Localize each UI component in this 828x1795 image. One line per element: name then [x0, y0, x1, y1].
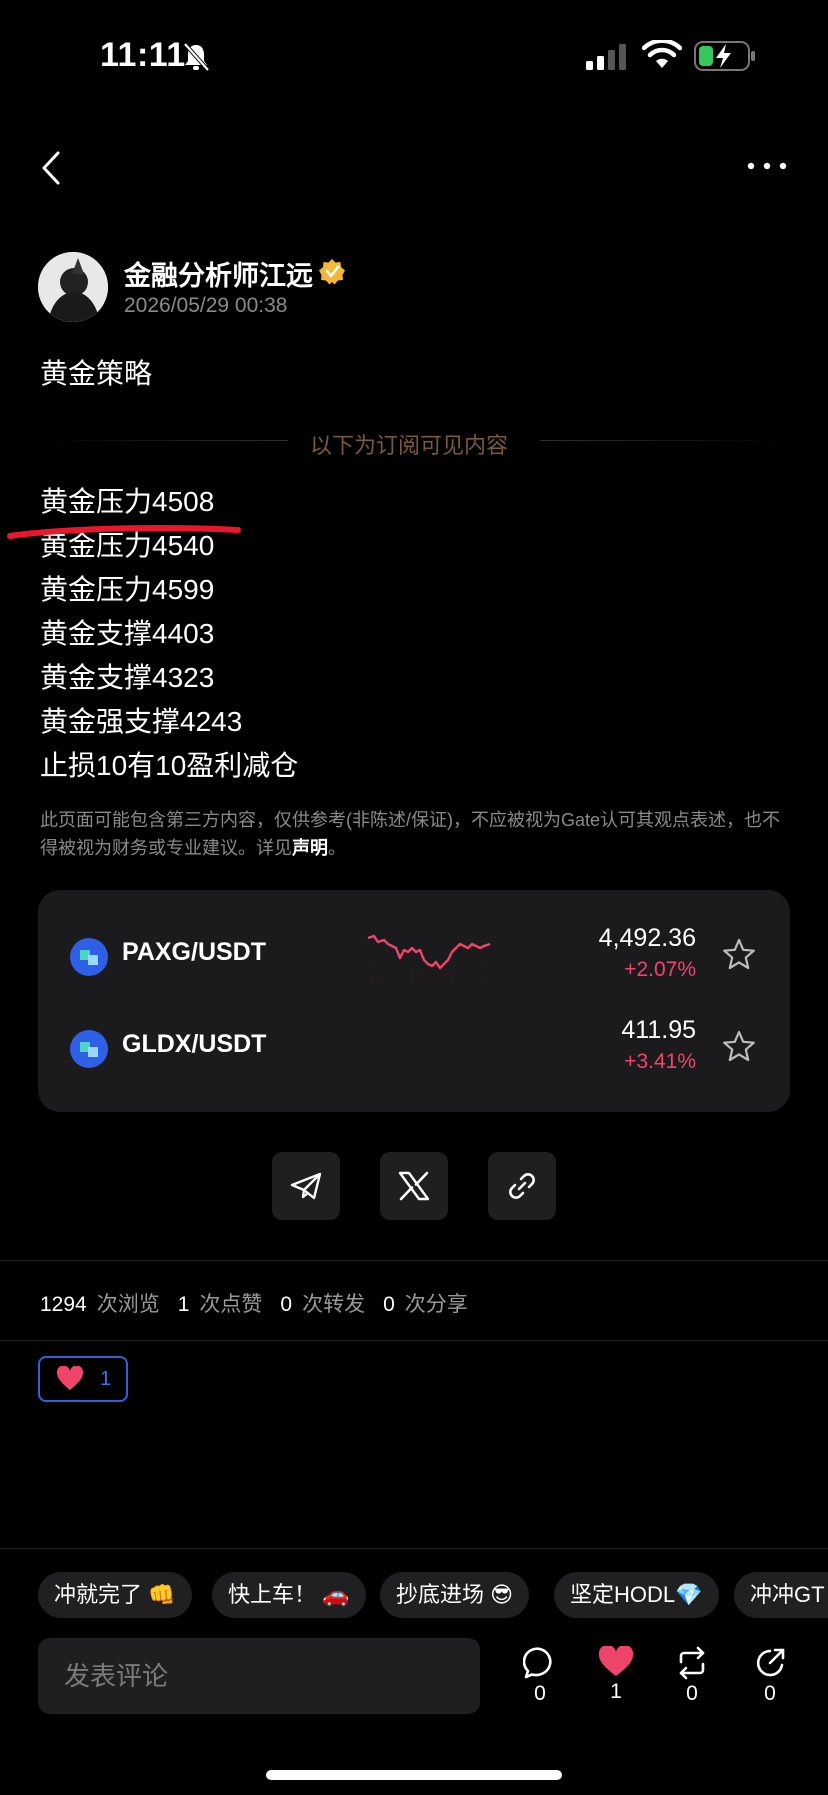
reaction-count: 1	[100, 1367, 112, 1390]
author-avatar[interactable]	[38, 252, 108, 322]
price-change: +2.07%	[624, 958, 696, 981]
repost-action[interactable]: 0	[662, 1646, 722, 1706]
status-time: 11:11	[100, 36, 186, 74]
price-change: +3.41%	[624, 1050, 696, 1073]
quick-reply-chip[interactable]: 冲冲GT	[734, 1572, 828, 1618]
comment-bubble-icon	[523, 1647, 552, 1679]
market-row-paxg[interactable]: PAXG/USDT 4,492.36 +2.07%	[38, 908, 790, 1000]
heart-icon	[598, 1646, 634, 1676]
comments-count: 0	[534, 1682, 546, 1705]
post-timestamp: 2026/05/29 00:38	[124, 294, 288, 317]
link-icon	[509, 1173, 535, 1199]
share-x-button[interactable]	[380, 1152, 448, 1220]
post-stats: 1294 次浏览 1 次点赞 0 次转发 0 次分享	[40, 1288, 486, 1318]
likes-count: 1	[177, 1293, 190, 1316]
shares-count-action: 0	[764, 1682, 776, 1705]
coin-icon	[70, 1030, 108, 1068]
cellular-signal-icon	[586, 44, 626, 70]
statement-link[interactable]: 声明	[292, 838, 328, 858]
quick-reply-chip[interactable]: 快上车！ 🚗	[212, 1572, 366, 1618]
divider	[0, 1260, 828, 1261]
subscriber-content-divider: 以下为订阅可见内容	[310, 433, 509, 458]
reposts-count: 0	[280, 1293, 293, 1316]
content-line: 黄金支撑4403	[40, 618, 215, 649]
like-action[interactable]: 1	[586, 1646, 646, 1704]
disclaimer-text: 此页面可能包含第三方内容，仅供参考(非陈述/保证)，不应被视为Gate认可其观点…	[40, 810, 781, 858]
divider	[0, 1340, 828, 1341]
wifi-icon	[642, 40, 682, 68]
verified-badge-icon	[319, 259, 345, 285]
shares-label: 次分享	[404, 1293, 468, 1316]
likes-label: 次点赞	[199, 1293, 263, 1316]
back-arrow-icon[interactable]	[40, 150, 62, 186]
reposts-label: 次转发	[302, 1293, 366, 1316]
pair-name: GLDX/USDT	[122, 1030, 267, 1058]
content-line: 黄金支撑4323	[40, 662, 215, 693]
author-name[interactable]: 金融分析师江远	[124, 254, 313, 293]
comment-input[interactable]: 发表评论	[38, 1638, 480, 1714]
content-line: 止损10有10盈利减仓	[40, 750, 299, 781]
disclaimer: 此页面可能包含第三方内容，仅供参考(非陈述/保证)，不应被视为Gate认可其观点…	[40, 806, 780, 862]
market-row-gldx[interactable]: GLDX/USDT 411.95 +3.41%	[38, 1000, 790, 1092]
coin-icon	[70, 938, 108, 976]
views-label: 次浏览	[96, 1293, 160, 1316]
battery-charging-icon	[694, 41, 755, 71]
disclaimer-end: 。	[328, 838, 346, 858]
heart-reaction-chip[interactable]: 1	[38, 1356, 128, 1402]
share-action[interactable]: 0	[740, 1646, 800, 1706]
share-icon	[756, 1648, 785, 1677]
pair-name: PAXG/USDT	[122, 938, 266, 966]
telegram-icon	[290, 1172, 322, 1200]
favorite-star-icon[interactable]	[722, 1030, 756, 1064]
x-icon	[398, 1171, 430, 1201]
reposts-count-action: 0	[686, 1682, 698, 1705]
price: 4,492.36	[598, 924, 696, 952]
repost-icon	[679, 1646, 705, 1680]
divider-line-right	[540, 440, 790, 441]
favorite-star-icon[interactable]	[722, 938, 756, 972]
copy-link-button[interactable]	[488, 1152, 556, 1220]
likes-count-action: 1	[610, 1680, 622, 1703]
shares-count: 0	[383, 1293, 395, 1316]
views-count: 1294	[40, 1293, 87, 1316]
bell-muted-icon	[183, 42, 210, 72]
heart-icon	[56, 1366, 84, 1390]
quick-reply-chip[interactable]: 抄底进场 😎	[380, 1572, 530, 1618]
price-sparkline	[367, 934, 491, 983]
content-line: 黄金压力4599	[40, 574, 215, 605]
price: 411.95	[621, 1016, 696, 1044]
quick-reply-chip[interactable]: 坚定HODL💎	[554, 1572, 719, 1618]
red-underline-annotation	[7, 525, 241, 539]
comments-action[interactable]: 0	[510, 1646, 570, 1706]
more-options-icon[interactable]	[746, 160, 788, 172]
share-telegram-button[interactable]	[272, 1152, 340, 1220]
post-title: 黄金策略	[40, 358, 153, 389]
content-line: 黄金强支撑4243	[40, 706, 243, 737]
home-indicator	[266, 1770, 562, 1780]
divider	[0, 1548, 828, 1549]
quick-reply-chip[interactable]: 冲就完了 👊	[38, 1572, 192, 1618]
related-markets-card: PAXG/USDT 4,492.36 +2.07% GLDX/USDT 411.…	[38, 890, 790, 1112]
divider-line-left	[38, 440, 288, 441]
